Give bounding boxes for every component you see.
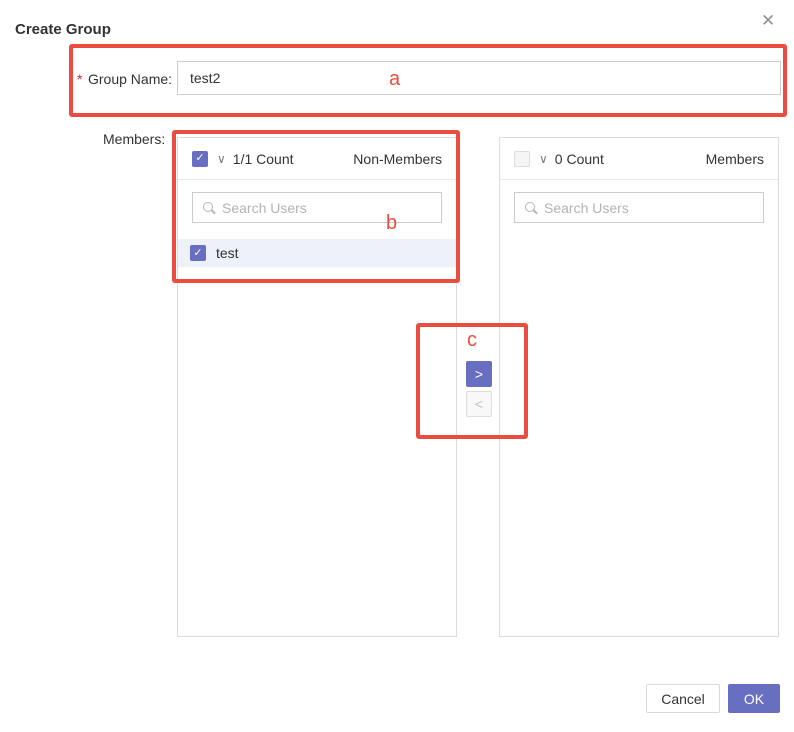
search-icon xyxy=(524,201,538,215)
create-group-dialog: Create Group ✕ * Group Name: Members: ✓ … xyxy=(0,0,794,732)
chevron-down-icon[interactable]: ∨ xyxy=(539,153,548,165)
check-icon: ✓ xyxy=(195,153,204,164)
item-label: test xyxy=(216,245,239,261)
members-panel: ✓ ∨ 0 Count Members xyxy=(499,137,779,637)
members-title: Members xyxy=(706,151,764,167)
move-left-button[interactable]: < xyxy=(466,391,492,417)
members-label: Members: xyxy=(103,131,165,147)
ok-button[interactable]: OK xyxy=(728,684,780,713)
required-marker: * xyxy=(77,71,82,87)
non-members-search xyxy=(192,192,442,223)
non-members-count: 1/1 Count xyxy=(233,151,294,167)
non-members-panel: ✓ ∨ 1/1 Count Non-Members ✓ test xyxy=(177,137,457,637)
move-right-button[interactable]: > xyxy=(466,361,492,387)
members-count: 0 Count xyxy=(555,151,604,167)
check-icon: ✓ xyxy=(193,248,202,259)
group-name-input[interactable] xyxy=(177,61,781,95)
members-header: ✓ ∨ 0 Count Members xyxy=(500,138,778,180)
check-icon: ✓ xyxy=(517,152,526,165)
group-name-label: Group Name: xyxy=(88,71,172,87)
members-search-input[interactable] xyxy=(544,200,754,216)
annotation-letter-c: c xyxy=(467,330,477,350)
non-members-title: Non-Members xyxy=(353,151,442,167)
chevron-down-icon[interactable]: ∨ xyxy=(217,153,226,165)
select-all-checkbox[interactable]: ✓ xyxy=(514,151,530,167)
list-item-test[interactable]: ✓ test xyxy=(178,239,456,267)
search-icon xyxy=(202,201,216,215)
cancel-button[interactable]: Cancel xyxy=(646,684,720,713)
item-checkbox[interactable]: ✓ xyxy=(190,245,206,261)
members-search xyxy=(514,192,764,223)
non-members-header: ✓ ∨ 1/1 Count Non-Members xyxy=(178,138,456,180)
select-all-checkbox[interactable]: ✓ xyxy=(192,151,208,167)
page-title: Create Group xyxy=(15,21,111,38)
close-icon[interactable]: ✕ xyxy=(761,12,775,29)
non-members-search-input[interactable] xyxy=(222,200,432,216)
